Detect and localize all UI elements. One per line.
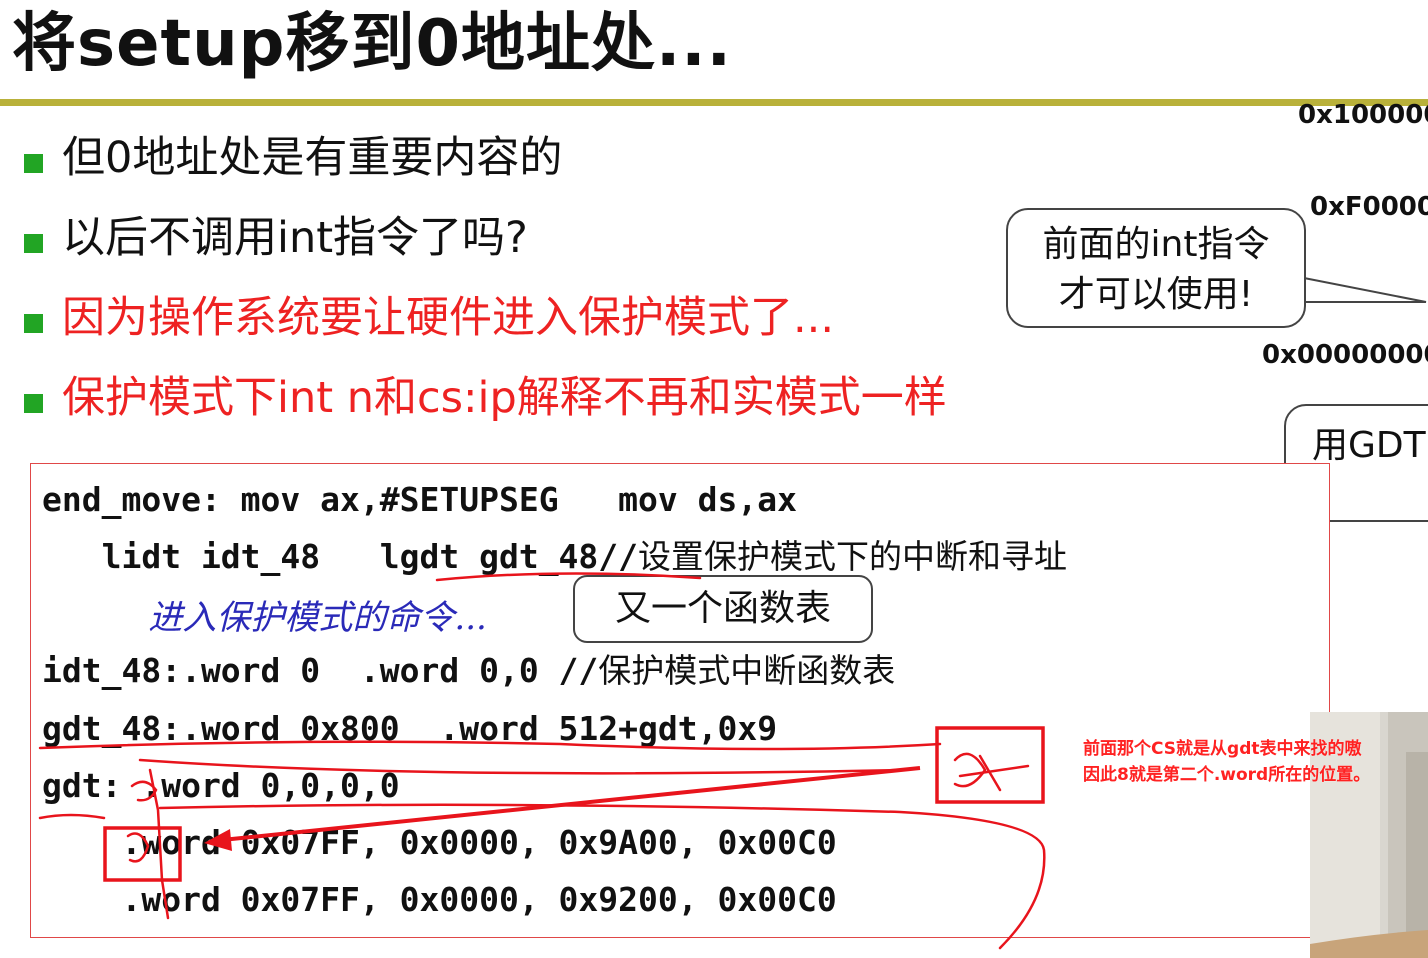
bullet-item: 以后不调用int指令了吗? [20, 204, 947, 284]
code-comment: 设置保护模式下的中断和寻址 [638, 537, 1068, 576]
int-callout-line: 前面的int指令 [1042, 224, 1270, 265]
bullet-square-icon [24, 314, 43, 333]
note-annotation: 前面那个CS就是从gdt表中来找的嗷 因此8就是第二个.word所在的位置。 [1083, 736, 1370, 788]
code-line: lidt idt_48 lgdt gdt_48//设置保护模式下的中断和寻址 [42, 537, 1067, 577]
title-divider [0, 99, 1428, 106]
bullet-item: 保护模式下int n和cs:ip解释不再和实模式一样 [20, 364, 947, 444]
code-box [30, 463, 1330, 938]
code-line: .word 0x07FF, 0x0000, 0x9200, 0x00C0 [42, 880, 837, 919]
slide-title: 将setup移到0地址处... [12, 7, 732, 81]
bullet-text: 因为操作系统要让硬件进入保护模式了... [62, 293, 835, 343]
function-table-callout: 又一个函数表 [573, 575, 873, 643]
bullet-list: 但0地址处是有重要内容的 以后不调用int指令了吗? 因为操作系统要让硬件进入保… [20, 124, 947, 444]
code-comment: 保护模式中断函数表 [598, 651, 896, 690]
bullet-square-icon [24, 154, 43, 173]
bullet-square-icon [24, 394, 43, 413]
int-callout-line: 才可以使用! [1058, 274, 1254, 315]
code-line-blue: 进入保护模式的命令... [116, 598, 487, 638]
bullet-text: 以后不调用int指令了吗? [62, 213, 528, 263]
code-line: gdt_48:.word 0x800 .word 512+gdt,0x9 [42, 709, 778, 748]
memory-address-label: 0xF0000 [1310, 192, 1428, 222]
int-callout: 前面的int指令 才可以使用! [1006, 208, 1306, 328]
code-line: end_move: mov ax,#SETUPSEG mov ds,ax [42, 480, 797, 519]
code-text: idt_48:.word 0 .word 0,0 // [42, 651, 599, 690]
bullet-text: 但0地址处是有重要内容的 [62, 133, 563, 183]
code-line: gdt: .word 0,0,0,0 [42, 766, 400, 805]
memory-address-label: 0x00000000 [1262, 340, 1428, 370]
bullet-item: 但0地址处是有重要内容的 [20, 124, 947, 204]
code-text: lidt idt_48 lgdt gdt_48// [42, 537, 639, 576]
note-line: 前面那个CS就是从gdt表中来找的嗷 [1083, 739, 1362, 759]
memory-address-label: 0x100000 [1298, 100, 1428, 130]
note-line: 因此8就是第二个.word所在的位置。 [1083, 765, 1371, 785]
code-line: .word 0x07FF, 0x0000, 0x9A00, 0x00C0 [42, 823, 837, 862]
slide: 将setup移到0地址处... 但0地址处是有重要内容的 以后不调用int指令了… [0, 0, 1428, 958]
bullet-text: 保护模式下int n和cs:ip解释不再和实模式一样 [62, 373, 947, 423]
code-line: idt_48:.word 0 .word 0,0 //保护模式中断函数表 [42, 651, 895, 691]
bullet-item: 因为操作系统要让硬件进入保护模式了... [20, 284, 947, 364]
bullet-square-icon [24, 234, 43, 253]
